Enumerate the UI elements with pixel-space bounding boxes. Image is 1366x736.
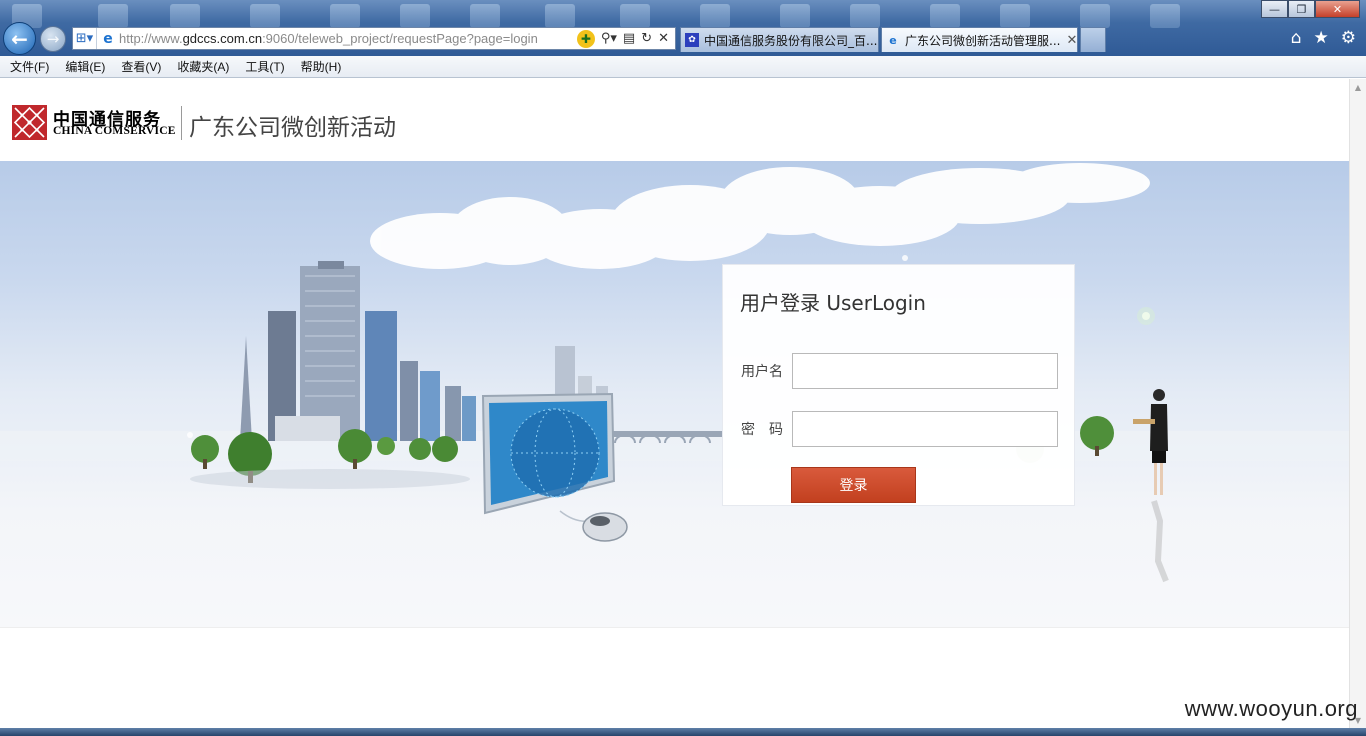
password-label: 密 码	[741, 422, 783, 438]
desktop-icon-shadow	[850, 4, 880, 28]
city-illustration	[0, 163, 1349, 583]
gear-icon[interactable]: ⚙	[1341, 28, 1356, 48]
menu-bar: 文件(F) 编辑(E) 查看(V) 收藏夹(A) 工具(T) 帮助(H)	[0, 56, 1366, 78]
computer-monitor-graphic	[481, 392, 628, 542]
tab-baidu[interactable]: ✿ 中国通信服务股份有限公司_百...	[680, 27, 879, 52]
desktop-icon-shadow	[250, 4, 280, 28]
ie-page-icon: e	[889, 33, 897, 47]
desktop-icon-shadow	[1080, 4, 1110, 28]
login-button[interactable]: 登录	[791, 467, 916, 503]
menu-edit[interactable]: 编辑(E)	[59, 58, 111, 75]
arrow-left-icon: ←	[11, 26, 28, 51]
page-icon[interactable]: ▤	[623, 31, 635, 46]
browser-title-bar: — ❐ ✕ ← → ⊞▾ e http://www.gdccs.com.cn:9…	[0, 0, 1366, 56]
menu-tools[interactable]: 工具(T)	[239, 58, 290, 75]
desktop-icon-shadow	[930, 4, 960, 28]
username-field[interactable]	[792, 353, 1058, 389]
desktop-icon-shadow	[170, 4, 200, 28]
baidu-paw-icon: ✿	[685, 33, 699, 47]
address-url[interactable]: http://www.gdccs.com.cn:9060/teleweb_pro…	[119, 31, 571, 46]
arrow-right-icon: →	[46, 30, 60, 48]
compatibility-view-icon[interactable]: ✚	[576, 29, 595, 48]
menu-help[interactable]: 帮助(H)	[295, 58, 348, 75]
desktop-icon-shadow	[330, 4, 360, 28]
desktop-icon-shadow	[620, 4, 650, 28]
close-tab-icon[interactable]: ✕	[1066, 33, 1077, 48]
desktop-icon-shadow	[700, 4, 730, 28]
logo-text-en: CHINA COMSERVICE	[53, 125, 176, 137]
search-icon[interactable]: ⚲▾	[601, 31, 617, 46]
clouds-graphic	[370, 163, 1150, 269]
favorites-star-icon[interactable]: ★	[1314, 28, 1329, 48]
add-site-icon[interactable]: ⊞▾	[73, 28, 97, 49]
menu-view[interactable]: 查看(V)	[115, 58, 167, 75]
forward-button[interactable]: →	[40, 26, 66, 52]
tab-label: 中国通信服务股份有限公司_百...	[704, 33, 878, 48]
login-banner: 用户登录 UserLogin 用户名 密 码 登录	[0, 161, 1349, 627]
desktop-icon-shadow	[470, 4, 500, 28]
new-tab-button[interactable]	[1080, 27, 1106, 52]
password-field[interactable]	[792, 411, 1058, 447]
login-title: 用户登录 UserLogin	[740, 291, 926, 315]
tab-label: 广东公司微创新活动管理服...	[905, 33, 1061, 48]
stop-icon[interactable]: ✕	[658, 31, 669, 46]
china-comservice-logo-icon	[12, 105, 47, 140]
windows-taskbar	[0, 728, 1366, 736]
username-label: 用户名	[741, 364, 783, 380]
desktop-icon-shadow	[98, 4, 128, 28]
refresh-icon[interactable]: ↻	[641, 31, 652, 46]
menu-favorites[interactable]: 收藏夹(A)	[171, 58, 235, 75]
header-divider	[181, 106, 182, 140]
scroll-up-icon[interactable]: ▲	[1350, 79, 1366, 95]
site-header: 中国通信服务 CHINA COMSERVICE 广东公司微创新活动	[0, 79, 1349, 161]
vertical-scrollbar[interactable]: ▲ ▼	[1349, 79, 1366, 728]
back-button[interactable]: ←	[3, 22, 36, 55]
menu-file[interactable]: 文件(F)	[4, 58, 55, 75]
browser-toolbar-icons: ⌂ ★ ⚙	[1291, 28, 1356, 48]
page-viewport: 中国通信服务 CHINA COMSERVICE 广东公司微创新活动 用户登录 U…	[0, 79, 1366, 728]
home-icon[interactable]: ⌂	[1291, 28, 1302, 48]
address-tools: ✚ ⚲▾ ▤ ↻ ✕	[571, 29, 675, 48]
desktop-icon-shadow	[780, 4, 810, 28]
minimize-icon[interactable]: —	[1261, 0, 1288, 18]
desktop-icon-shadow	[400, 4, 430, 28]
desktop-icon-shadow	[1150, 4, 1180, 28]
close-window-icon[interactable]: ✕	[1315, 0, 1360, 18]
login-panel: 用户登录 UserLogin 用户名 密 码 登录	[722, 264, 1075, 506]
page-footer	[0, 627, 1349, 728]
tab-login-page[interactable]: e 广东公司微创新活动管理服... ✕	[881, 27, 1078, 52]
site-title: 广东公司微创新活动	[189, 115, 396, 141]
businesswoman-figure-graphic	[1133, 389, 1169, 583]
maximize-icon[interactable]: ❐	[1288, 0, 1315, 18]
window-controls: — ❐ ✕	[1261, 0, 1360, 18]
watermark-text: www.wooyun.org	[1184, 696, 1358, 721]
address-bar[interactable]: ⊞▾ e http://www.gdccs.com.cn:9060/telewe…	[72, 27, 676, 50]
desktop-icon-shadow	[1000, 4, 1030, 28]
ie-page-icon: e	[103, 30, 113, 47]
desktop-icon-shadow	[545, 4, 575, 28]
